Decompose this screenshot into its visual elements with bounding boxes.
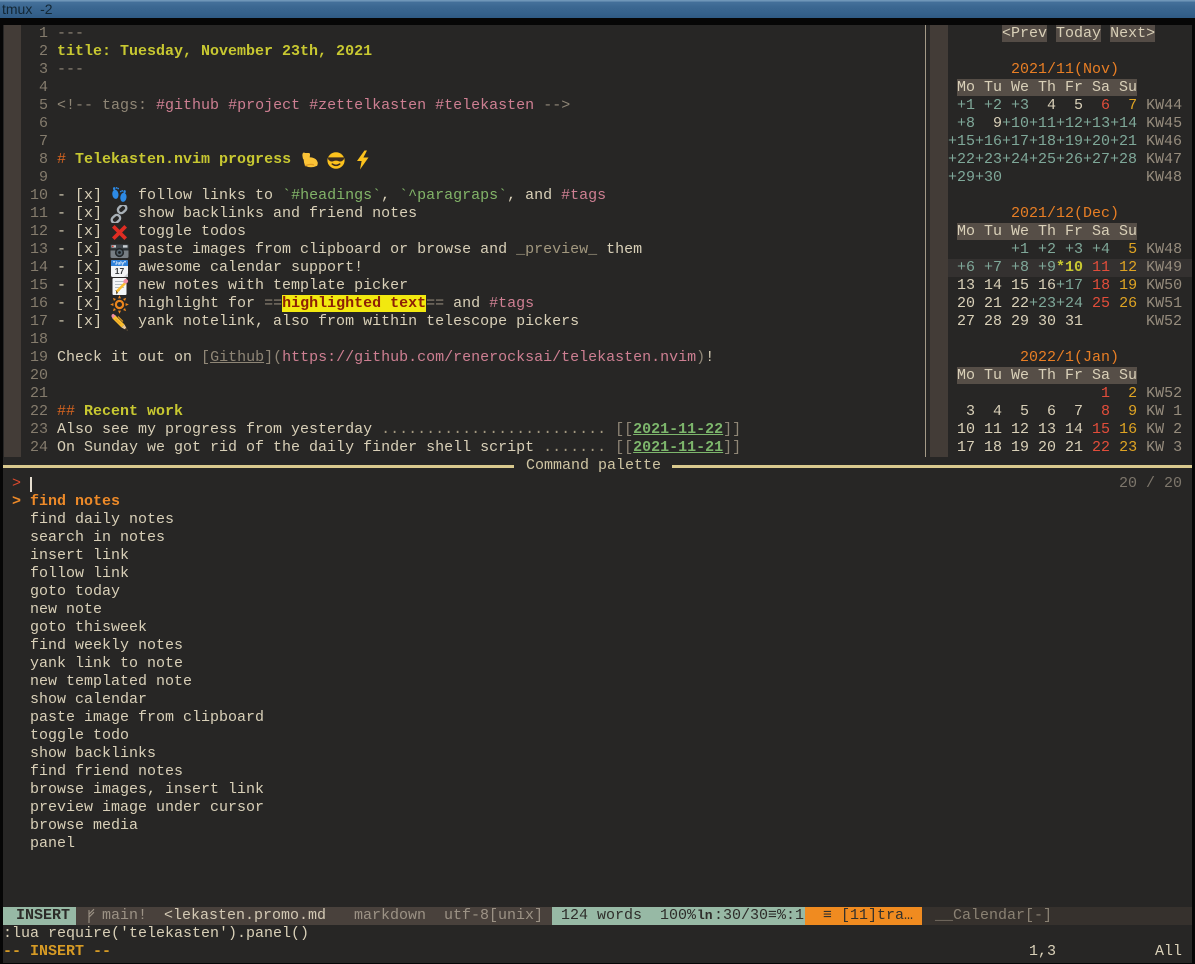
- svg-text:July: July: [115, 261, 125, 266]
- svg-text:17: 17: [115, 266, 125, 276]
